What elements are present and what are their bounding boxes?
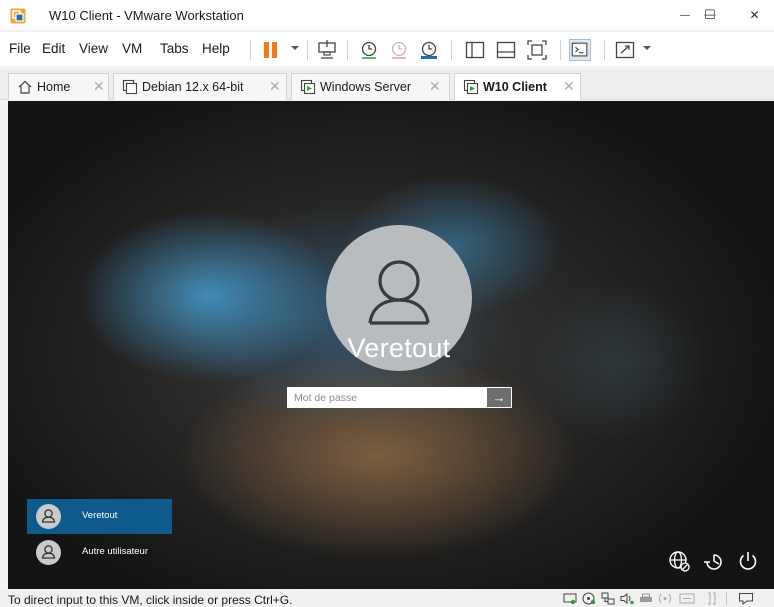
pause-icon[interactable] (260, 39, 282, 61)
submit-button[interactable]: → (487, 388, 511, 407)
tab-label: W10 Client (483, 80, 547, 94)
close-window-button[interactable]: ✕ (735, 0, 774, 30)
user-tile-label: Autre utilisateur (82, 546, 149, 557)
vm-running-icon (300, 79, 316, 95)
home-icon (18, 80, 32, 94)
tab-windows-server[interactable]: Windows Server ✕ (291, 73, 450, 100)
tab-label: Home (37, 80, 71, 94)
network-adapter-icon[interactable] (601, 592, 615, 605)
toolbar-separator (250, 40, 251, 60)
toolbar-separator (307, 40, 308, 60)
network-icon[interactable] (667, 549, 691, 573)
vmware-workstation-window: W10 Client - VMware Workstation — — ☐ ✕ … (0, 0, 774, 607)
vm-console[interactable]: Veretout → Veretout Autre utilisateur (8, 101, 774, 589)
chevron-down-icon[interactable] (290, 43, 300, 53)
close-icon[interactable]: ✕ (269, 78, 281, 95)
close-icon: ✕ (749, 8, 760, 22)
tab-label: Debian 12.x 64-bit (142, 80, 244, 94)
user-icon (36, 504, 61, 529)
menu-help[interactable]: Help (202, 41, 230, 56)
cd-dvd-icon[interactable] (582, 592, 596, 605)
user-tile-other[interactable]: Autre utilisateur (27, 535, 172, 570)
menu-view[interactable]: View (79, 41, 108, 56)
hard-disk-icon[interactable] (563, 592, 577, 605)
tab-debian[interactable]: Debian 12.x 64-bit ✕ (113, 73, 287, 100)
toolbar-separator (604, 40, 605, 60)
password-box: → (287, 387, 512, 408)
status-bar: To direct input to this VM, click inside… (0, 590, 774, 607)
menu-file[interactable]: File (9, 41, 31, 56)
vmware-logo-icon (10, 8, 26, 24)
user-tile-veretout[interactable]: Veretout (27, 499, 172, 534)
fullscreen-icon[interactable] (614, 39, 636, 61)
sound-icon[interactable] (620, 592, 634, 605)
thumbnail-bar-icon[interactable] (495, 39, 517, 61)
menu-vm[interactable]: VM (122, 41, 142, 56)
printer-icon[interactable] (639, 592, 653, 605)
username-label: Veretout (347, 333, 451, 363)
tab-strip: Home ✕ Debian 12.x 64-bit ✕ Windows Serv… (0, 70, 774, 100)
close-icon[interactable]: ✕ (563, 78, 575, 95)
tab-label: Windows Server (320, 80, 411, 94)
tab-home[interactable]: Home ✕ (8, 73, 109, 100)
status-text: To direct input to this VM, click inside… (8, 593, 293, 607)
fit-guest-icon[interactable] (526, 39, 548, 61)
tab-w10-client[interactable]: W10 Client ✕ (454, 73, 581, 100)
revert-snapshot-icon[interactable] (388, 39, 410, 61)
message-icon[interactable] (738, 592, 754, 605)
user-tile-label: Veretout (82, 510, 118, 521)
vm-stopped-icon (122, 79, 138, 95)
usb-icon[interactable] (656, 592, 674, 605)
title-bar: W10 Client - VMware Workstation — (0, 0, 774, 30)
menu-edit[interactable]: Edit (42, 41, 65, 56)
power-icon[interactable] (736, 549, 760, 573)
user-icon (36, 540, 61, 565)
toolbar-separator (560, 40, 561, 60)
close-icon[interactable]: ✕ (93, 78, 105, 95)
take-snapshot-icon[interactable] (358, 39, 380, 61)
menu-tabs[interactable]: Tabs (160, 41, 189, 56)
maximize-button[interactable]: ☐ (690, 0, 730, 30)
console-view-icon[interactable] (569, 39, 591, 61)
toolbar-separator (451, 40, 452, 60)
chevron-down-icon[interactable] (642, 43, 652, 53)
minimize-icon: — (680, 9, 690, 21)
arrow-right-icon: → (492, 390, 506, 405)
menu-bar: File Edit View VM Tabs Help (0, 32, 774, 66)
password-input[interactable] (288, 388, 487, 407)
vm-running-icon (463, 79, 479, 95)
status-separator (726, 592, 727, 605)
window-title: W10 Client - VMware Workstation (49, 8, 244, 23)
send-ctrl-alt-del-icon[interactable] (316, 39, 338, 61)
display-icon[interactable] (679, 592, 695, 605)
toolbar-separator (347, 40, 348, 60)
maximize-icon: ☐ (704, 7, 716, 22)
snapshot-manager-icon[interactable] (418, 39, 440, 61)
close-icon[interactable]: ✕ (429, 78, 441, 95)
ease-of-access-icon[interactable] (702, 549, 726, 573)
show-library-icon[interactable] (464, 39, 486, 61)
stretch-icon[interactable] (704, 592, 718, 605)
